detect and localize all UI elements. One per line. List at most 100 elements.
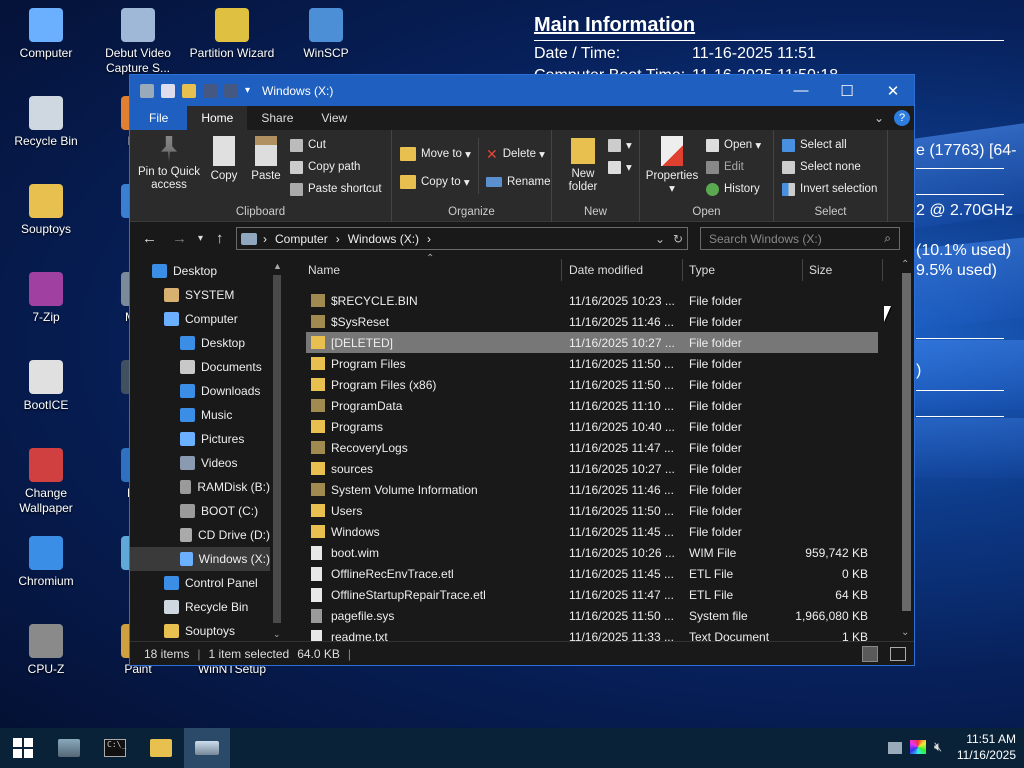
taskbar-drive-app[interactable]	[184, 728, 230, 768]
details-view-icon[interactable]	[862, 646, 878, 662]
edit-button[interactable]: Edit	[706, 158, 744, 176]
nav-item[interactable]: Desktop	[130, 259, 270, 283]
column-header-name[interactable]: Name	[308, 257, 340, 283]
cut-button[interactable]: Cut	[290, 136, 326, 154]
properties-button[interactable]: Properties ▾	[644, 130, 700, 196]
clock[interactable]: 11:51 AM 11/16/2025	[957, 731, 1016, 763]
redo-icon[interactable]	[224, 83, 238, 98]
search-box[interactable]: Search Windows (X:) ⌕	[700, 227, 900, 250]
tab-home[interactable]: Home	[187, 106, 248, 130]
recent-locations-chevron-icon[interactable]: ▾	[198, 233, 203, 244]
close-button[interactable]: ✕	[870, 75, 916, 106]
file-row[interactable]: Program Files 11/16/2025 11:50 ... File fo…	[306, 353, 878, 374]
copy-path-button[interactable]: Copy path	[290, 158, 360, 176]
file-row[interactable]: [DELETED] 11/16/2025 10:27 ... File folder	[306, 332, 878, 353]
chevron-down-icon[interactable]: ▾	[245, 85, 250, 96]
maximize-button[interactable]: ☐	[824, 75, 870, 106]
chevron-up-icon[interactable]: ▲	[273, 261, 282, 271]
file-row[interactable]: sources 11/16/2025 10:27 ... File folder	[306, 458, 878, 479]
desktop-icon-item[interactable]: CPU-Z	[0, 624, 92, 677]
file-row[interactable]: ProgramData 11/16/2025 11:10 ... File fold…	[306, 395, 878, 416]
file-row[interactable]: Windows 11/16/2025 11:45 ... File folder	[306, 521, 878, 542]
new-folder-icon[interactable]	[182, 83, 196, 98]
invert-selection-button[interactable]: Invert selection	[782, 180, 877, 198]
chevron-right-icon[interactable]: ›	[427, 232, 431, 246]
file-row[interactable]: Users 11/16/2025 11:50 ... File folder	[306, 500, 878, 521]
minimize-button[interactable]: —	[778, 75, 824, 106]
back-arrow-icon[interactable]: ←	[142, 230, 157, 247]
volume-muted-icon[interactable]: 🔇︎	[934, 739, 942, 755]
file-row[interactable]: Program Files (x86) 11/16/2025 11:50 ... F…	[306, 374, 878, 395]
nav-item[interactable]: Documents	[130, 355, 270, 379]
desktop-icon-item[interactable]: Debut Video Capture S...	[92, 8, 184, 76]
help-icon[interactable]: ?	[894, 110, 910, 126]
desktop-icon-item[interactable]: Computer	[0, 8, 92, 61]
file-row[interactable]: OfflineStartupRepairTrace.etl 11/16/2025 …	[306, 584, 878, 605]
nav-item[interactable]: Computer	[130, 307, 270, 331]
breadcrumb-current[interactable]: Windows (X:)	[348, 232, 419, 246]
search-input-placeholder[interactable]: Search Windows (X:)	[709, 232, 822, 246]
nav-item[interactable]: Souptoys	[130, 619, 270, 642]
file-row[interactable]: Programs 11/16/2025 10:40 ... File folder	[306, 416, 878, 437]
title-bar[interactable]: ▾ Windows (X:) — ☐ ✕	[130, 75, 914, 106]
network-tray-icon[interactable]	[888, 742, 902, 754]
file-row[interactable]: OfflineRecEnvTrace.etl 11/16/2025 11:45 .…	[306, 563, 878, 584]
chevron-down-icon[interactable]: ⌄	[655, 232, 665, 246]
file-row[interactable]: boot.wim 11/16/2025 10:26 ... WIM File 959,…	[306, 542, 878, 563]
chevron-down-icon[interactable]: ⌄	[874, 111, 884, 125]
desktop-icon-item[interactable]: Partition Wizard	[186, 8, 278, 61]
file-list-scrollbar[interactable]	[902, 273, 911, 611]
nav-item[interactable]: CD Drive (D:)	[130, 523, 270, 547]
nav-item[interactable]: Videos	[130, 451, 270, 475]
desktop-icon-item[interactable]: Change Wallpaper	[0, 448, 92, 516]
copy-to-button[interactable]: Copy to ▾	[400, 170, 470, 194]
nav-item[interactable]: SYSTEM	[130, 283, 270, 307]
chevron-right-icon[interactable]: ›	[263, 232, 267, 246]
new-item-button[interactable]: ▾	[608, 136, 632, 154]
chevron-up-icon[interactable]: ⌃	[901, 259, 909, 270]
nav-item[interactable]: RAMDisk (B:)	[130, 475, 270, 499]
nav-item[interactable]: Desktop	[130, 331, 270, 355]
file-row[interactable]: System Volume Information 11/16/2025 11:4…	[306, 479, 878, 500]
taskbar-network-app[interactable]	[46, 728, 92, 768]
select-all-button[interactable]: Select all	[782, 136, 847, 154]
taskbar-file-explorer[interactable]	[138, 728, 184, 768]
desktop-icon-item[interactable]: Recycle Bin	[0, 96, 92, 149]
rename-button[interactable]: Rename	[486, 170, 550, 194]
nav-item[interactable]: Pictures	[130, 427, 270, 451]
paste-shortcut-button[interactable]: Paste shortcut	[290, 180, 382, 198]
chevron-down-icon[interactable]: ⌄	[273, 629, 281, 640]
new-folder-button[interactable]: New folder	[558, 130, 608, 194]
nav-item[interactable]: Recycle Bin	[130, 595, 270, 619]
chevron-down-icon[interactable]: ⌄	[901, 627, 909, 638]
desktop-icon-item[interactable]: 7-Zip	[0, 272, 92, 325]
undo-icon[interactable]	[203, 83, 217, 98]
nav-scrollbar[interactable]	[273, 275, 281, 623]
color-tray-icon[interactable]	[910, 740, 926, 754]
select-none-button[interactable]: Select none	[782, 158, 861, 176]
nav-item[interactable]: Music	[130, 403, 270, 427]
tab-file[interactable]: File	[130, 106, 188, 130]
up-arrow-icon[interactable]: ↑	[216, 230, 224, 247]
address-bar[interactable]: › Computer › Windows (X:) › ⌄ ↻	[236, 227, 688, 250]
nav-item[interactable]: BOOT (C:)	[130, 499, 270, 523]
breadcrumb-computer[interactable]: Computer	[275, 232, 328, 246]
file-row[interactable]: RecoveryLogs 11/16/2025 11:47 ... File fol…	[306, 437, 878, 458]
history-button[interactable]: History	[706, 180, 760, 198]
nav-item[interactable]: Windows (X:)	[130, 547, 270, 571]
nav-item[interactable]: Control Panel	[130, 571, 270, 595]
column-header-date[interactable]: Date modified	[569, 257, 643, 283]
large-icons-view-icon[interactable]	[890, 647, 906, 661]
forward-arrow-icon[interactable]: →	[172, 230, 187, 247]
move-to-button[interactable]: Move to ▾	[400, 142, 471, 166]
paste-button[interactable]: Paste	[246, 130, 286, 183]
taskbar-command-prompt[interactable]: C:\_	[92, 728, 138, 768]
refresh-icon[interactable]: ↻	[673, 232, 683, 246]
file-row[interactable]: pagefile.sys 11/16/2025 11:50 ... System f…	[306, 605, 878, 626]
pin-to-quick-access-button[interactable]: Pin to Quick access	[136, 130, 202, 192]
open-button[interactable]: Open ▾	[706, 136, 761, 154]
start-button[interactable]	[0, 728, 46, 768]
properties-icon[interactable]	[161, 83, 175, 98]
nav-item[interactable]: Downloads	[130, 379, 270, 403]
delete-button[interactable]: ✕ Delete ▾	[486, 142, 545, 166]
